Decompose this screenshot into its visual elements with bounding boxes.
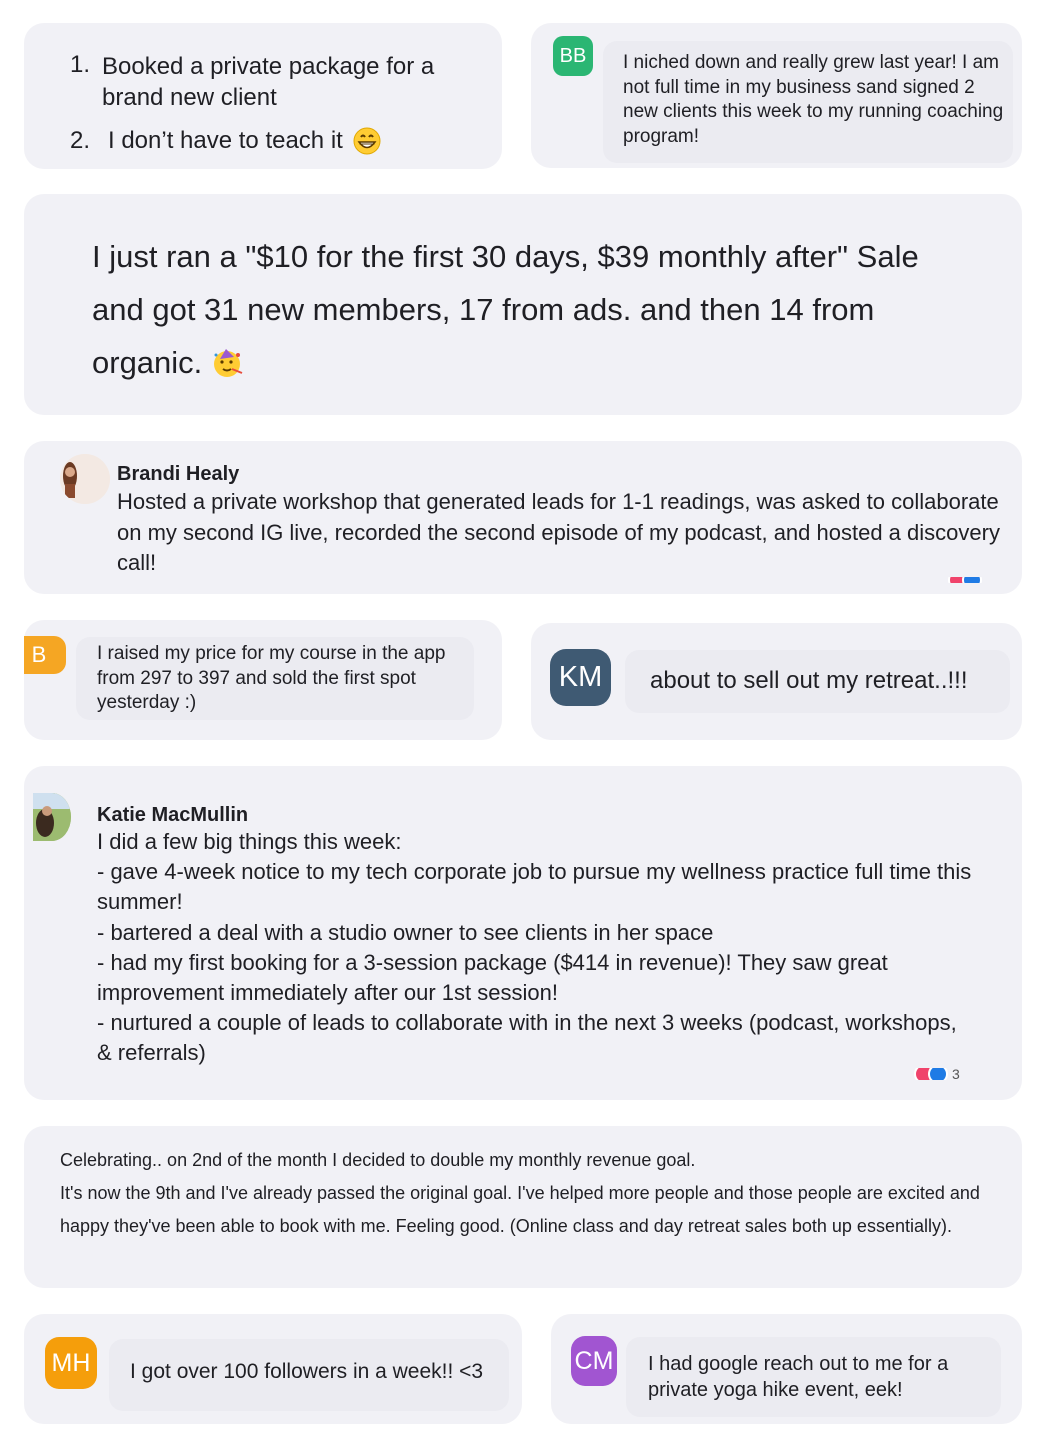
avatar: MH — [45, 1337, 97, 1389]
reactions[interactable]: 3 — [914, 1068, 960, 1080]
avatar-initials: CM — [574, 1346, 614, 1375]
win-card-celebrating: Celebrating.. on 2nd of the month I deci… — [24, 1126, 1022, 1288]
message-line: I did a few big things this week: — [97, 829, 402, 854]
grinning-face-emoji — [353, 127, 381, 155]
author-name: Katie MacMullin — [97, 804, 249, 826]
reactions[interactable] — [948, 577, 982, 583]
message-line: and got 31 new members, 17 from ads. and… — [92, 292, 875, 327]
avatar — [60, 454, 110, 504]
message-line: - nurtured a couple of leads to collabor… — [97, 1010, 957, 1066]
message-text: I niched down and really grew last year!… — [623, 52, 1004, 147]
win-card-cm: CM I had google reach out to me for a pr… — [551, 1314, 1022, 1424]
avatar-initials: KM — [558, 661, 603, 693]
win-card-b: B I raised my price for my course in the… — [24, 620, 502, 740]
win-card-bb: BB I niched down and really grew last ye… — [531, 23, 1022, 168]
message-line: - gave 4-week notice to my tech corporat… — [97, 859, 972, 915]
avatar: KM — [550, 649, 611, 706]
message-text: I raised my price for my course in the a… — [97, 643, 446, 713]
win-card-numbered-list: 1. Booked a private package for a brand … — [24, 23, 502, 169]
win-card-mh: MH I got over 100 followers in a week!! … — [24, 1314, 522, 1424]
list-item-text: Booked a private package for a brand new… — [102, 51, 492, 113]
profile-photo-icon — [60, 454, 110, 504]
list-item-number: 2. — [70, 127, 91, 154]
win-card-sale: I just ran a "$10 for the first 30 days,… — [24, 194, 1022, 415]
list-item-line: Booked a private package for a — [102, 53, 435, 80]
author-name: Brandi Healy — [117, 463, 240, 485]
thumbs-up-reaction-icon — [928, 1068, 948, 1080]
avatar-initials: MH — [51, 1348, 91, 1377]
message-text: Hosted a private workshop that generated… — [117, 489, 1000, 575]
avatar: B — [24, 636, 66, 674]
message-line: organic. — [92, 345, 203, 380]
message-line: - bartered a deal with a studio owner to… — [97, 919, 714, 945]
partying-face-emoji — [214, 348, 243, 377]
win-card-katie: Katie MacMullin I did a few big things t… — [24, 766, 1022, 1100]
thumbs-up-reaction-icon — [962, 577, 982, 583]
message-line: I just ran a "$10 for the first 30 days,… — [92, 239, 919, 274]
win-card-km: KM about to sell out my retreat..!!! — [531, 623, 1022, 740]
message-line: Celebrating.. on 2nd of the month I deci… — [60, 1150, 696, 1170]
message-line: It's now the 9th and I've already passed… — [60, 1183, 980, 1236]
reaction-count: 3 — [952, 1068, 960, 1080]
message-text: I did a few big things this week: - gave… — [97, 827, 977, 1069]
avatar: BB — [553, 36, 593, 76]
message-line: - had my first booking for a 3-session p… — [97, 949, 888, 1006]
message-text: Celebrating.. on 2nd of the month I deci… — [60, 1144, 1000, 1243]
message-text: about to sell out my retreat..!!! — [650, 667, 968, 694]
win-card-brandi: Brandi Healy Hosted a private workshop t… — [24, 441, 1022, 594]
message-text: I just ran a "$10 for the first 30 days,… — [92, 230, 992, 389]
profile-photo-icon — [33, 793, 71, 841]
list-item-line: brand new client — [102, 84, 277, 111]
avatar-initials: B — [31, 642, 47, 667]
avatar-initials: BB — [559, 44, 587, 67]
message-text: I had google reach out to me for a priva… — [648, 1353, 949, 1401]
message-text: I got over 100 followers in a week!! <3 — [130, 1360, 484, 1383]
list-item-label: I don’t have to teach it — [108, 127, 343, 154]
avatar — [33, 793, 71, 841]
list-item-text: I don’t have to teach it — [108, 127, 381, 155]
list-item-number: 1. — [70, 51, 91, 78]
avatar: CM — [571, 1336, 617, 1386]
